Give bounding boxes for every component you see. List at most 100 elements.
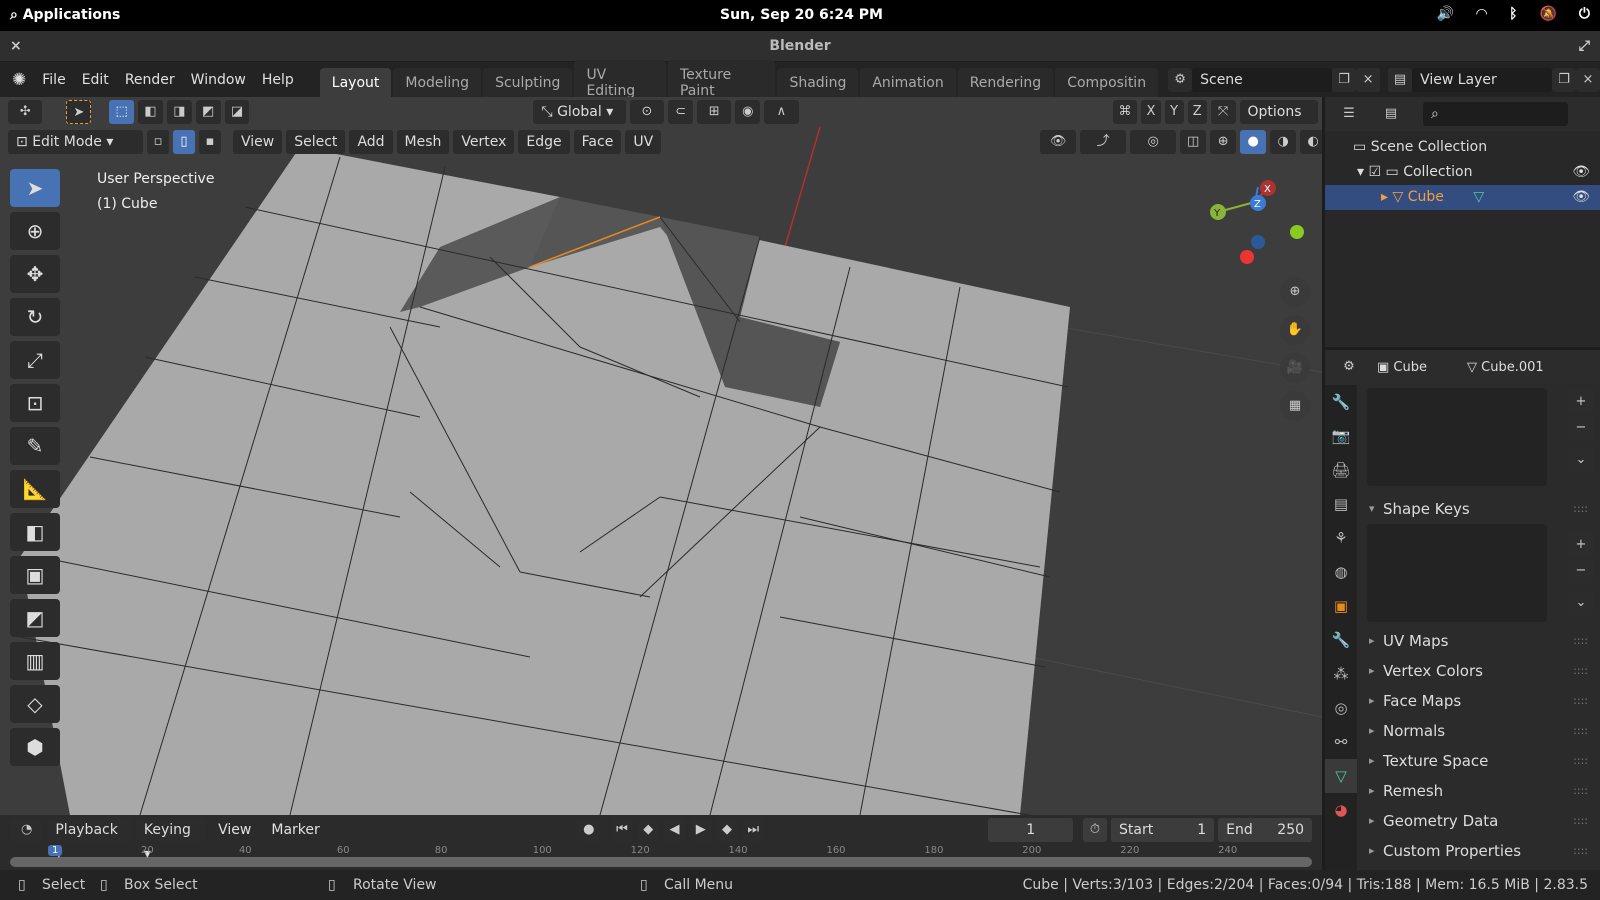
tab-modeling[interactable]: Modeling [393, 67, 482, 98]
view-layer-tab-icon[interactable]: ▤ [1325, 487, 1357, 521]
mode-dropdown[interactable]: ⊡ Edit Mode ▾ [8, 130, 143, 154]
annotate-tool-icon[interactable]: ✎ [10, 427, 60, 465]
scene-tab-icon[interactable]: ⚘ [1325, 521, 1357, 555]
clock[interactable]: Sun, Sep 20 6:24 PM [720, 7, 883, 23]
select-subtract-icon[interactable]: ◨ [166, 100, 192, 124]
visibility-icon[interactable]: 👁 [1040, 130, 1077, 154]
section-uv-maps[interactable]: UV Maps:::: [1361, 626, 1596, 656]
drag-grip-icon[interactable]: :::: [1573, 716, 1588, 746]
menu-face[interactable]: Face [573, 130, 622, 154]
drag-grip-icon[interactable]: :::: [1573, 626, 1588, 656]
prev-keyframe-button[interactable]: ◆ [637, 818, 660, 842]
system-tray[interactable]: 🔊 ◠ ᛒ 🔕 ⏻ [1437, 6, 1590, 22]
mesh-data-icon[interactable]: ▽ [1473, 189, 1484, 205]
jump-start-button[interactable]: ⏮ [610, 818, 634, 842]
wireframe-shading-icon[interactable]: ⊕ [1210, 130, 1237, 154]
vertex-select-mode-icon[interactable]: ▫ [147, 130, 169, 154]
menu-add[interactable]: Add [349, 130, 393, 154]
object-tab-icon[interactable]: ▣ [1325, 589, 1357, 623]
volume-icon[interactable]: 🔊 [1437, 6, 1454, 22]
select-intersect-icon[interactable]: ◪ [224, 100, 250, 124]
section-remesh[interactable]: Remesh:::: [1361, 776, 1596, 806]
next-keyframe-button[interactable]: ◆ [715, 818, 739, 842]
loop-cut-tool-icon[interactable]: ▥ [10, 642, 60, 680]
start-frame-field[interactable]: Start 1 [1111, 818, 1215, 842]
mirror-y-toggle[interactable]: Y [1164, 100, 1184, 124]
expand-arrow-icon[interactable]: ▾ [1357, 164, 1364, 180]
section-texture-space[interactable]: Texture Space:::: [1361, 746, 1596, 776]
new-view-layer-button[interactable]: ❐ [1551, 67, 1576, 92]
drag-grip-icon[interactable]: :::: [1573, 836, 1588, 866]
menu-edit[interactable]: Edit [74, 72, 117, 88]
transform-orientation-dropdown[interactable]: ⤡ Global ▾ [533, 100, 626, 124]
section-vertex-colors[interactable]: Vertex Colors:::: [1361, 656, 1596, 686]
scene-selector-icon[interactable]: ⚙ [1168, 67, 1193, 92]
scale-tool-icon[interactable]: ⤢ [10, 341, 60, 379]
overlays-icon[interactable]: ◎ [1130, 130, 1177, 154]
material-tab-icon[interactable]: ◕ [1325, 793, 1357, 827]
mesh-data-tab-icon[interactable]: ▽ [1325, 759, 1357, 793]
add-vertex-group-button[interactable]: + [1568, 390, 1594, 414]
play-reverse-button[interactable]: ◀ [663, 818, 686, 842]
menu-file[interactable]: File [34, 72, 73, 88]
maximize-button[interactable]: ⤢ [1579, 31, 1590, 61]
eye-icon[interactable]: 👁 [1572, 185, 1590, 210]
render-tab-icon[interactable]: 📷 [1325, 419, 1357, 453]
playback-menu[interactable]: Playback ▾ [47, 818, 132, 862]
end-frame-field[interactable]: End 250 [1218, 818, 1313, 842]
menu-vertex[interactable]: Vertex [453, 130, 515, 154]
edge-select-mode-icon[interactable]: ▯ [173, 130, 195, 154]
poly-build-tool-icon[interactable]: ⬢ [10, 728, 60, 766]
cursor-tool-icon[interactable]: ⊕ [10, 212, 60, 250]
shape-key-specials-button[interactable]: ⌄ [1568, 591, 1594, 615]
current-frame-field[interactable]: 1 [988, 818, 1073, 842]
tool-tab-icon[interactable]: 🔧 [1325, 385, 1357, 419]
perspective-grid-icon[interactable]: ▦ [1280, 391, 1310, 421]
menu-mesh[interactable]: Mesh [396, 130, 450, 154]
eye-icon[interactable]: 👁 [1572, 160, 1590, 185]
snap-target-icon[interactable]: ⊞ [697, 100, 732, 124]
mirror-icon[interactable]: ⌘ [1112, 100, 1138, 124]
tab-shading[interactable]: Shading [777, 67, 859, 98]
outliner-editor-type-icon[interactable]: ☰ [1331, 102, 1367, 126]
navigation-gizmo[interactable]: Y Z X [1210, 180, 1304, 264]
applications-menu[interactable]: ⌕ Applications [10, 7, 120, 23]
mesh-view[interactable]: Y Z X [0, 97, 1322, 815]
drag-grip-icon[interactable]: :::: [1573, 656, 1588, 686]
output-tab-icon[interactable]: 🖨 [1325, 453, 1357, 487]
include-checkbox[interactable]: ☑ [1368, 164, 1381, 180]
options-dropdown[interactable]: Options ▾ [1239, 100, 1319, 144]
rotate-tool-icon[interactable]: ↻ [10, 298, 60, 336]
face-select-mode-icon[interactable]: ▪ [199, 130, 221, 154]
tab-animation[interactable]: Animation [860, 67, 956, 98]
vertex-groups-list[interactable] [1367, 388, 1547, 486]
outliner-collection[interactable]: ▾ ☑ ▭ Collection 👁 [1325, 160, 1600, 185]
menu-render[interactable]: Render [117, 72, 183, 88]
auto-merge-icon[interactable]: ⤧ [1210, 100, 1236, 124]
menu-edge[interactable]: Edge [518, 130, 570, 154]
tab-compositing[interactable]: Compositin [1055, 67, 1159, 98]
transform-tool-icon[interactable]: ⊡ [10, 384, 60, 422]
view-layer-icon[interactable]: ▤ [1388, 67, 1413, 92]
marker-menu[interactable]: Marker [263, 822, 327, 838]
snap-toggle-icon[interactable]: ⊂ [668, 100, 693, 124]
new-scene-button[interactable]: ❐ [1331, 67, 1356, 92]
solid-shading-icon[interactable]: ● [1240, 130, 1267, 154]
close-window-button[interactable]: × [10, 31, 22, 61]
editor-type-icon[interactable]: ✣ [8, 100, 43, 124]
display-mode-icon[interactable]: ▤ [1373, 102, 1409, 126]
outliner-scene-collection[interactable]: ▭ Scene Collection [1325, 135, 1600, 160]
measure-tool-icon[interactable]: 📐 [10, 470, 60, 508]
select-invert-icon[interactable]: ◩ [195, 100, 221, 124]
properties-editor-type-icon[interactable]: ⚙ [1331, 355, 1367, 379]
outliner-search-input[interactable]: ⌕ [1423, 102, 1568, 126]
tab-rendering[interactable]: Rendering [957, 67, 1054, 98]
shape-keys-list[interactable] [1367, 524, 1547, 622]
section-custom-properties[interactable]: Custom Properties:::: [1361, 836, 1596, 866]
tab-sculpting[interactable]: Sculpting [483, 67, 573, 98]
falloff-icon[interactable]: ∧ [764, 100, 799, 124]
drag-grip-icon[interactable]: :::: [1573, 776, 1588, 806]
menu-view[interactable]: View [233, 130, 283, 154]
jump-end-button[interactable]: ⏭ [742, 818, 765, 842]
3d-viewport[interactable]: Y Z X ✣ ➤ ⬚ ◧ ◨ ◩ ◪ ⤡ Global ▾ ⊙ ⊂ ⊞ ◉ ∧… [0, 97, 1322, 815]
